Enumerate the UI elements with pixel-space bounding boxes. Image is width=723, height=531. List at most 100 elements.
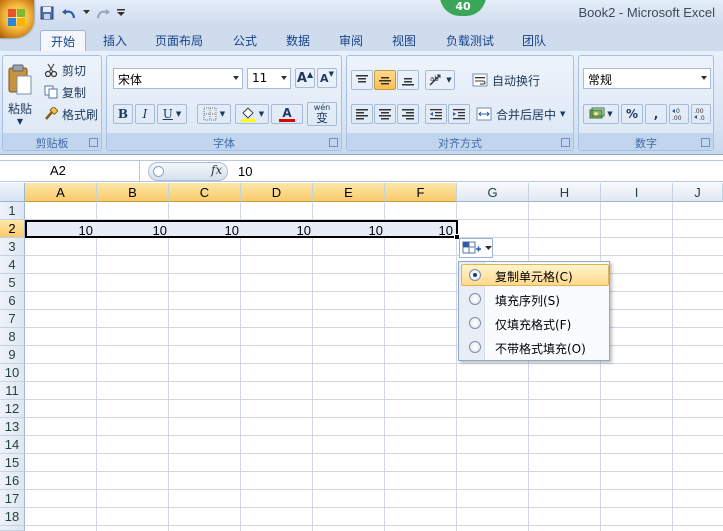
font-launcher-icon[interactable]: [329, 138, 338, 147]
grow-font-button[interactable]: A ▲: [295, 68, 315, 88]
font-name-combo[interactable]: 宋体: [113, 68, 243, 89]
column-header[interactable]: I: [601, 183, 673, 202]
insert-function-button[interactable]: fx: [211, 163, 222, 177]
cell-f2[interactable]: 10: [385, 221, 455, 239]
tab-formulas[interactable]: 公式: [224, 30, 266, 51]
column-header[interactable]: E: [313, 183, 385, 202]
row-header[interactable]: 12: [0, 400, 25, 418]
align-top-button[interactable]: [351, 70, 373, 90]
save-button[interactable]: [38, 4, 56, 22]
decrease-indent-icon: [430, 109, 442, 120]
column-header[interactable]: F: [385, 183, 457, 202]
alignment-launcher-icon[interactable]: [561, 138, 570, 147]
formula-input[interactable]: 10: [238, 164, 252, 179]
cell-d2[interactable]: 10: [241, 221, 313, 239]
copy-button[interactable]: 复制: [43, 82, 99, 102]
row-header[interactable]: 13: [0, 418, 25, 436]
row-header[interactable]: 17: [0, 490, 25, 508]
column-header[interactable]: C: [169, 183, 241, 202]
menu-item-copy-cells[interactable]: 复制单元格(C): [461, 264, 609, 286]
select-all-button[interactable]: [0, 183, 25, 202]
column-header[interactable]: A: [25, 183, 97, 202]
italic-button[interactable]: I: [135, 104, 155, 124]
paste-button[interactable]: 粘贴 ▼: [5, 60, 35, 130]
decrease-decimal-button[interactable]: .00.0: [691, 104, 711, 124]
column-header[interactable]: G: [457, 183, 529, 202]
orientation-dropdown-icon: ▼: [446, 76, 452, 84]
tab-home[interactable]: 开始: [40, 30, 86, 51]
menu-item-fill-without-formatting[interactable]: 不带格式填充(O): [461, 336, 609, 358]
align-bottom-button[interactable]: [397, 70, 419, 90]
increase-indent-button[interactable]: [448, 104, 470, 124]
row-header[interactable]: 5: [0, 274, 25, 292]
font-size-combo[interactable]: 11: [247, 68, 291, 89]
cell-e2[interactable]: 10: [313, 221, 385, 239]
tab-view[interactable]: 视图: [383, 30, 425, 51]
column-header[interactable]: B: [97, 183, 169, 202]
shrink-font-button[interactable]: A ▼: [317, 68, 337, 88]
bold-button[interactable]: B: [113, 104, 133, 124]
row-header[interactable]: 4: [0, 256, 25, 274]
name-box[interactable]: A2: [0, 161, 140, 182]
fill-color-button[interactable]: ▼: [235, 104, 269, 124]
redo-button[interactable]: [94, 4, 112, 22]
borders-button[interactable]: ▼: [197, 104, 231, 124]
cell-a2[interactable]: 10: [25, 221, 95, 239]
orientation-button[interactable]: ab ▼: [425, 70, 455, 90]
menu-item-fill-series[interactable]: 填充序列(S): [461, 288, 609, 310]
tab-data[interactable]: 数据: [277, 30, 319, 51]
column-header[interactable]: H: [529, 183, 601, 202]
align-right-button[interactable]: [397, 104, 419, 124]
underline-button[interactable]: U ▼: [157, 104, 187, 124]
tab-load-test[interactable]: 负载测试: [437, 30, 503, 51]
row-header[interactable]: 1: [0, 202, 25, 220]
row-header[interactable]: 10: [0, 364, 25, 382]
customize-qat-icon[interactable]: [116, 4, 126, 22]
cell-b2[interactable]: 10: [97, 221, 169, 239]
tab-insert[interactable]: 插入: [94, 30, 136, 51]
decrease-indent-button[interactable]: [425, 104, 447, 124]
tab-team[interactable]: 团队: [513, 30, 555, 51]
align-left-button[interactable]: [351, 104, 373, 124]
row-header[interactable]: 6: [0, 292, 25, 310]
row-header[interactable]: 14: [0, 436, 25, 454]
row-header[interactable]: 19: [0, 526, 25, 531]
phonetic-guide-button[interactable]: wén 变: [307, 102, 337, 126]
merge-center-button[interactable]: 合并后居中 ▼: [475, 104, 571, 124]
row-header[interactable]: 7: [0, 310, 25, 328]
office-logo-icon: [8, 9, 26, 27]
align-center-button[interactable]: [374, 104, 396, 124]
row-header[interactable]: 2: [0, 220, 25, 238]
row-header[interactable]: 11: [0, 382, 25, 400]
row-header[interactable]: 3: [0, 238, 25, 256]
wrap-text-button[interactable]: 自动换行: [471, 70, 571, 90]
row-header[interactable]: 9: [0, 346, 25, 364]
formula-bar: A2 fx 10: [0, 160, 723, 182]
increase-decimal-button[interactable]: 0.00: [669, 104, 689, 124]
row-header[interactable]: 15: [0, 454, 25, 472]
gridline: [96, 202, 97, 531]
menu-item-fill-formatting-only[interactable]: 仅填充格式(F): [461, 312, 609, 334]
number-format-combo[interactable]: 常规: [583, 68, 711, 89]
accounting-format-button[interactable]: ▼: [583, 104, 619, 124]
undo-button[interactable]: [60, 4, 78, 22]
percent-button[interactable]: %: [621, 104, 643, 124]
autofill-options-button[interactable]: [459, 238, 493, 258]
column-header[interactable]: D: [241, 183, 313, 202]
row-header[interactable]: 16: [0, 472, 25, 490]
column-header[interactable]: J: [673, 183, 723, 202]
clipboard-launcher-icon[interactable]: [89, 138, 98, 147]
align-middle-button[interactable]: [374, 70, 396, 90]
row-header[interactable]: 8: [0, 328, 25, 346]
name-box-expand-icon[interactable]: [153, 166, 164, 177]
cell-c2[interactable]: 10: [169, 221, 241, 239]
row-header[interactable]: 18: [0, 508, 25, 526]
comma-button[interactable]: ,: [645, 104, 667, 124]
cut-button[interactable]: 剪切: [43, 60, 99, 80]
tab-page-layout[interactable]: 页面布局: [146, 30, 212, 51]
format-painter-button[interactable]: 格式刷: [43, 104, 101, 124]
undo-dropdown-icon[interactable]: [82, 4, 90, 22]
font-color-button[interactable]: A: [271, 104, 303, 124]
tab-review[interactable]: 审阅: [330, 30, 372, 51]
number-launcher-icon[interactable]: [701, 138, 710, 147]
